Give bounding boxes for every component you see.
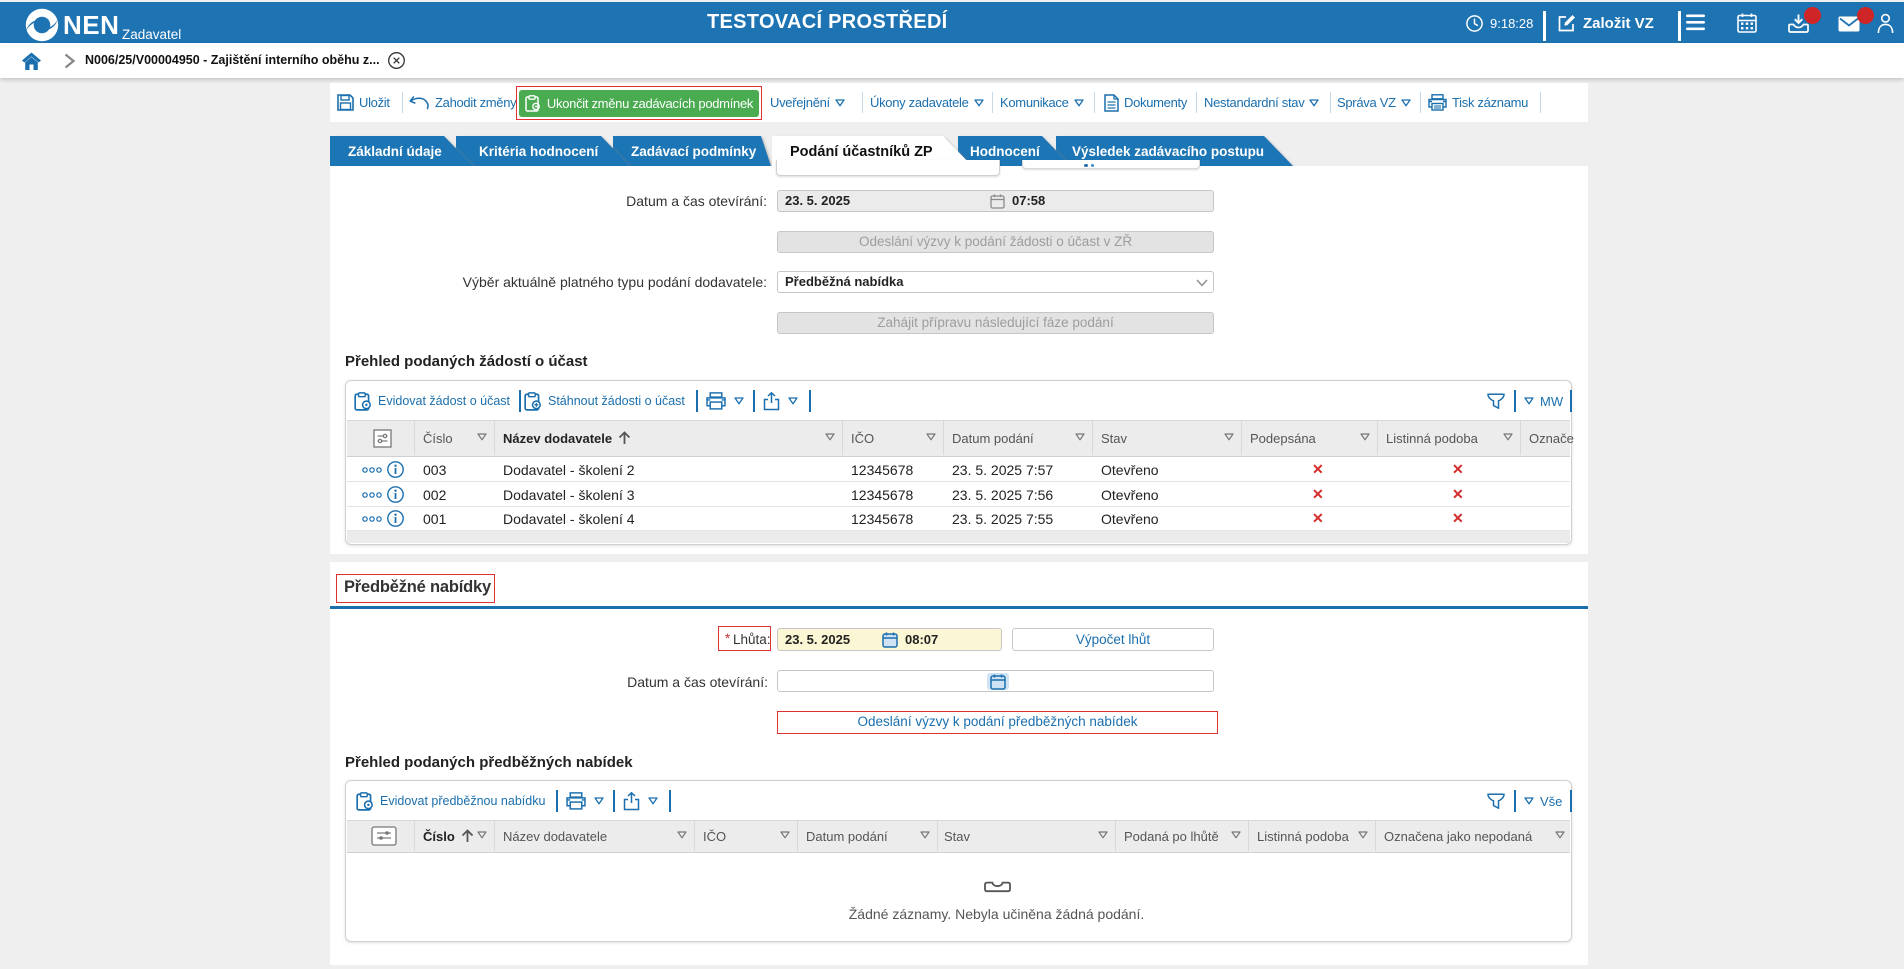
svg-text:Výsledek zadávacího postupu: Výsledek zadávacího postupu bbox=[1072, 144, 1264, 159]
svg-text:Zadávací podmínky: Zadávací podmínky bbox=[631, 144, 757, 159]
svg-text:Podání účastníků ZP: Podání účastníků ZP bbox=[790, 144, 933, 160]
svg-text:Základní údaje: Základní údaje bbox=[348, 144, 442, 159]
svg-text:Hodnocení: Hodnocení bbox=[970, 144, 1041, 159]
svg-text:Kritéria hodnocení: Kritéria hodnocení bbox=[479, 144, 600, 159]
